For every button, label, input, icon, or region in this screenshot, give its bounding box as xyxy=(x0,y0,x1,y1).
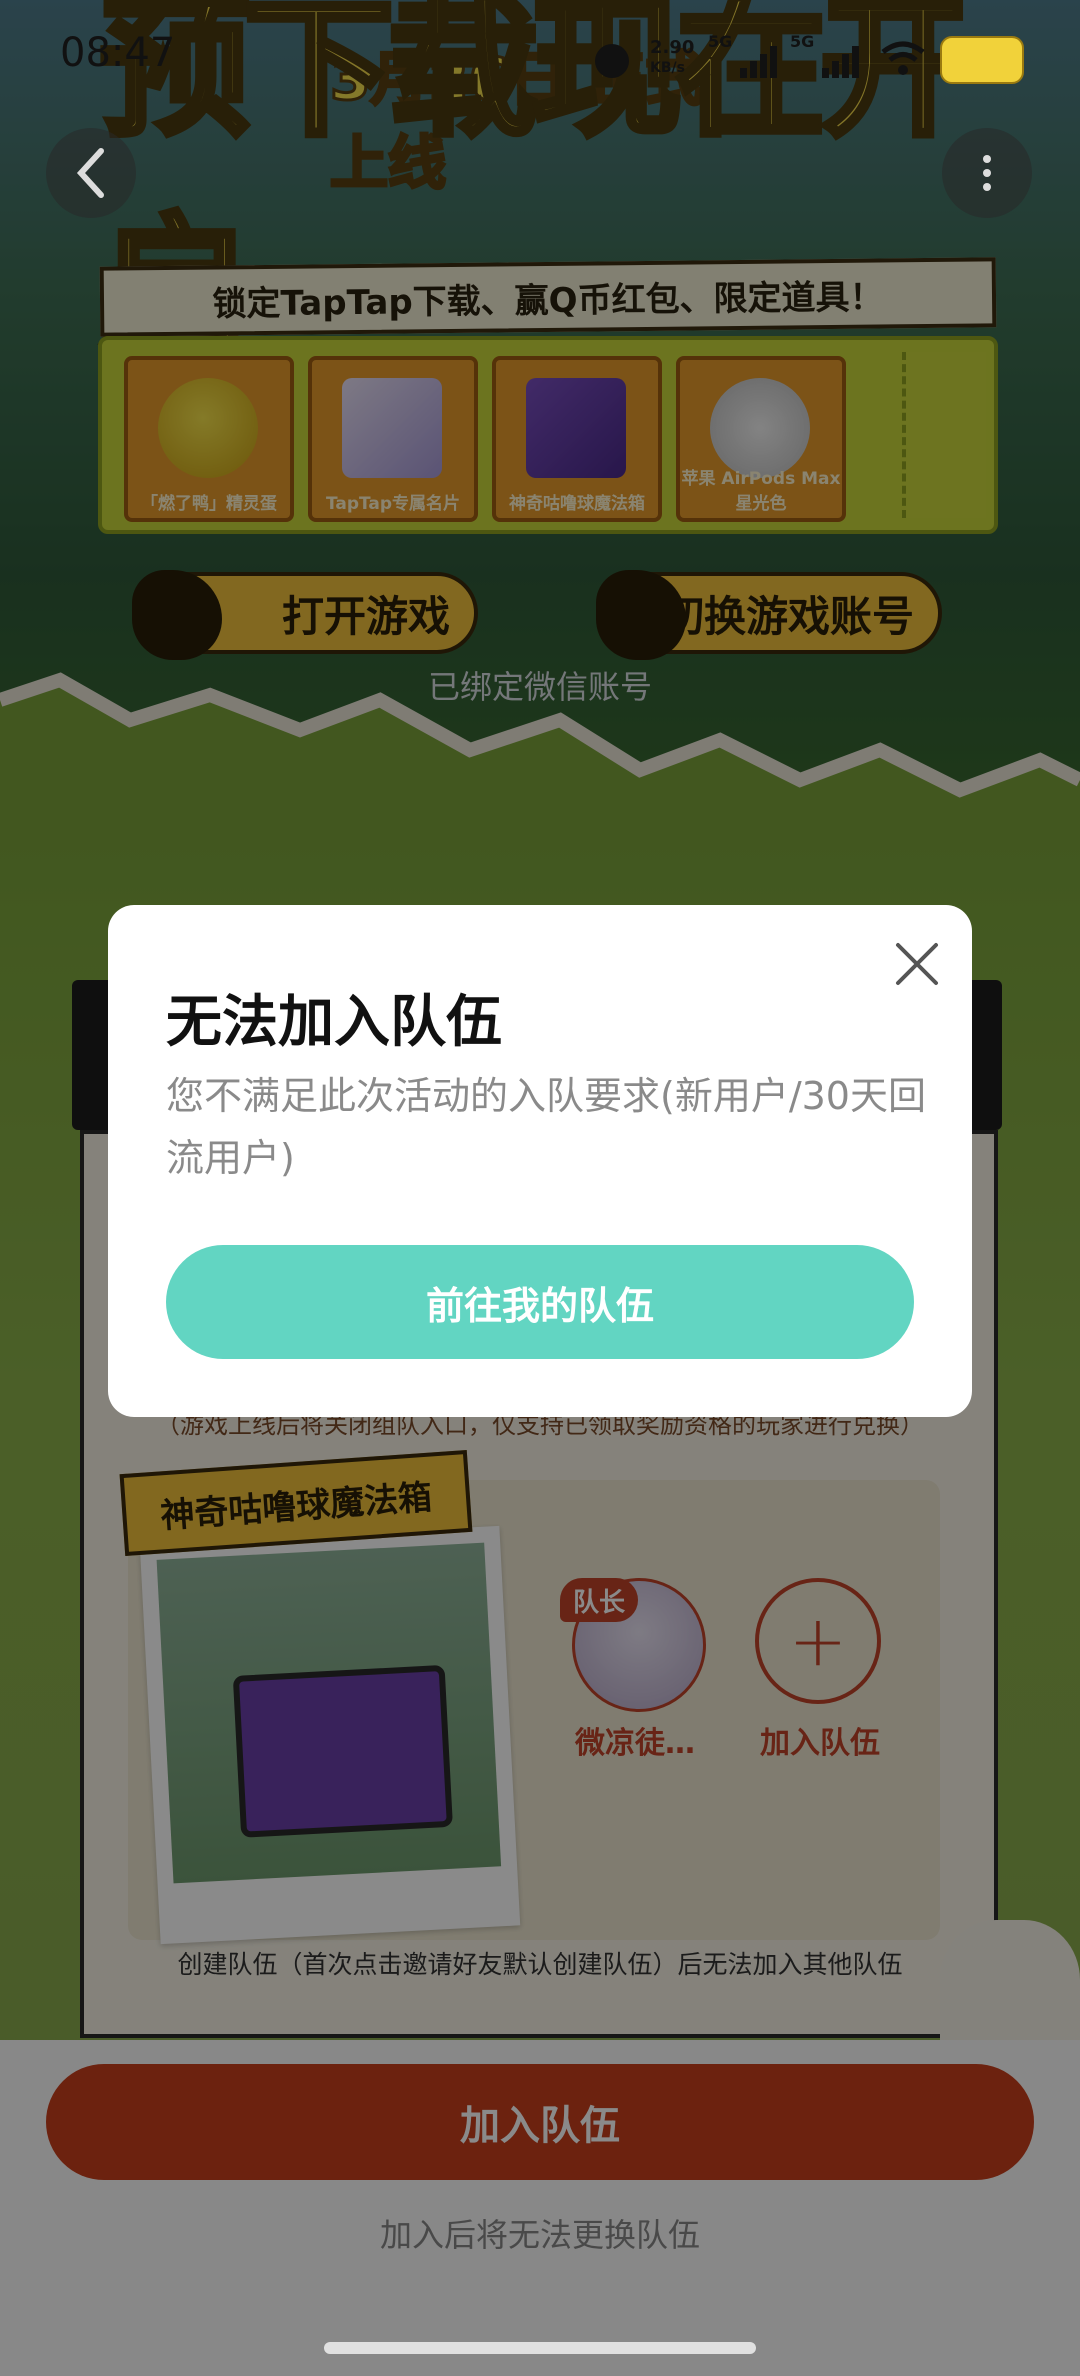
signal-icon xyxy=(822,44,866,78)
dialog-message: 您不满足此次活动的入队要求(新用户/30天回流用户) xyxy=(166,1074,926,1180)
battery-icon xyxy=(940,36,1024,84)
network-speed-unit: KB/s xyxy=(650,60,685,76)
app-notification-icon xyxy=(595,44,629,78)
home-indicator[interactable] xyxy=(324,2342,756,2354)
back-button[interactable] xyxy=(46,128,136,218)
more-button[interactable] xyxy=(942,128,1032,218)
status-time: 08:47 xyxy=(60,30,176,76)
sim2-label: 5G xyxy=(790,32,815,51)
network-speed-value: 2.90 xyxy=(650,37,695,58)
chevron-left-icon xyxy=(76,148,104,198)
signal-icon xyxy=(740,44,784,78)
wifi-icon xyxy=(881,41,925,75)
sim1-label: 5G xyxy=(708,32,733,51)
dialog-title: 无法加入队伍 xyxy=(166,990,502,1055)
go-to-my-team-button[interactable]: 前往我的队伍 xyxy=(166,1245,914,1359)
close-icon[interactable] xyxy=(892,939,942,989)
cannot-join-dialog: 无法加入队伍 您不满足此次活动的入队要求(新用户/30天回流用户) 前往我的队伍 xyxy=(108,905,972,1417)
more-vertical-icon xyxy=(983,155,991,191)
network-speed: 2.90 KB/s xyxy=(650,38,694,78)
